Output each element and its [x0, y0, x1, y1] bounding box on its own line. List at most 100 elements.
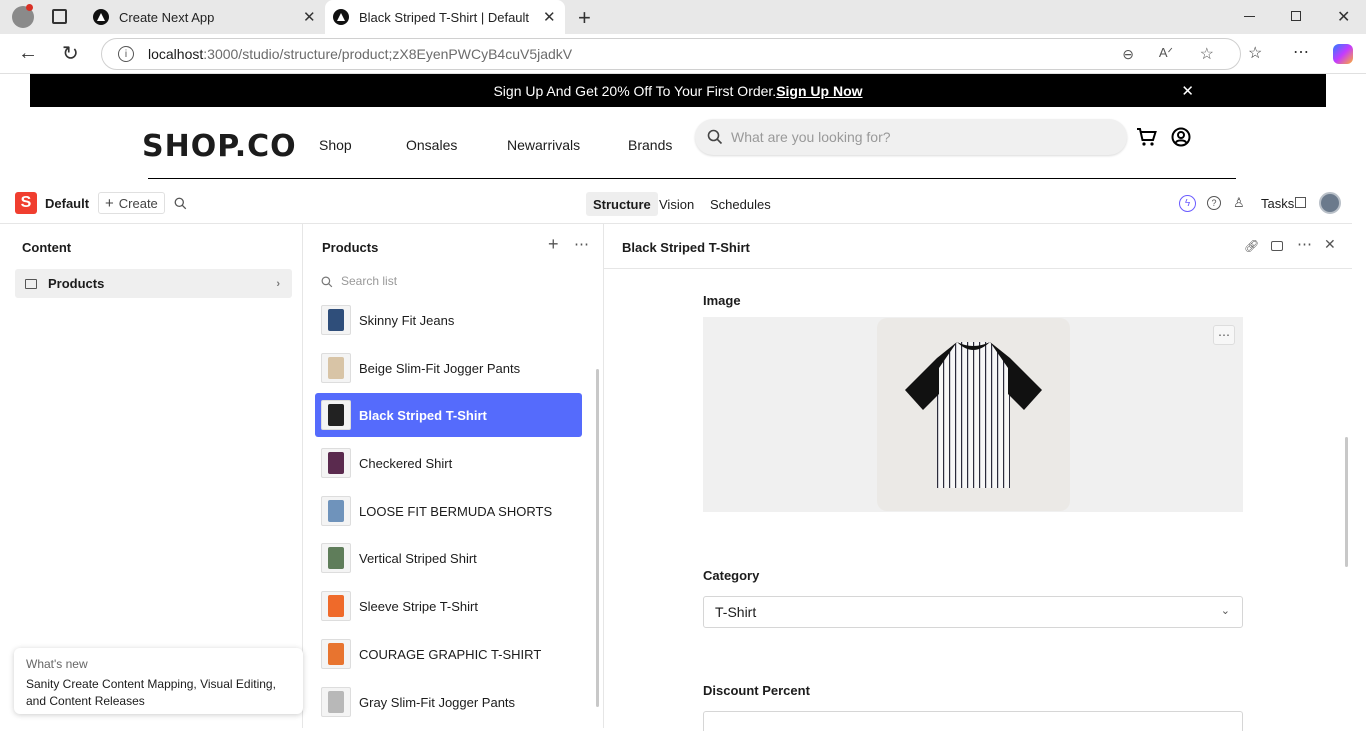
list-item[interactable]: Black Striped T-Shirt	[315, 393, 582, 437]
tab-label: Schedules	[710, 197, 771, 212]
nav-brands[interactable]: Brands	[628, 137, 672, 153]
whats-new-heading: What's new	[26, 657, 88, 671]
tab-structure[interactable]: Structure	[586, 192, 658, 216]
more-icon[interactable]: ⋯	[1293, 42, 1309, 62]
products-pane-title: Products	[322, 240, 379, 255]
avatar[interactable]	[1319, 192, 1341, 214]
minimize-icon[interactable]	[1244, 16, 1255, 17]
tab-label: Vision	[659, 197, 695, 212]
list-item-label: Beige Slim-Fit Jogger Pants	[359, 360, 521, 376]
tab-black-striped-t-shirt[interactable]: Black Striped T-Shirt | Default ✕	[325, 0, 565, 34]
nextjs-icon	[93, 9, 109, 25]
close-tab-icon[interactable]: ✕	[543, 8, 556, 26]
promo-text: Sign Up And Get 20% Off To Your First Or…	[493, 82, 777, 99]
favorites-icon[interactable]: ☆	[1248, 43, 1262, 63]
users-icon[interactable]: ♙	[1233, 195, 1245, 211]
tab-create-next-app[interactable]: Create Next App ✕	[85, 0, 325, 34]
thumbnail-swatch	[328, 404, 344, 426]
nav-onsales[interactable]: Onsales	[406, 137, 457, 153]
search-icon[interactable]	[174, 197, 187, 210]
product-thumbnail	[321, 400, 351, 430]
list-item-label: Vertical Striped Shirt	[359, 550, 477, 566]
close-tab-icon[interactable]: ✕	[303, 8, 316, 26]
add-icon[interactable]: +	[548, 234, 559, 255]
list-item[interactable]: Checkered Shirt	[315, 441, 582, 485]
link-icon[interactable]: 🔗︎	[1244, 239, 1259, 253]
shop-search-input[interactable]: What are you looking for?	[695, 119, 1127, 155]
whats-new-card[interactable]: What's new Sanity Create Content Mapping…	[14, 648, 303, 714]
page-content: Sign Up And Get 20% Off To Your First Or…	[0, 74, 1366, 731]
more-icon[interactable]: ⋯	[1297, 235, 1312, 253]
category-select[interactable]: T-Shirt ⌄	[703, 596, 1243, 628]
copilot-icon[interactable]	[1333, 44, 1353, 64]
list-item[interactable]: LOOSE FIT BERMUDA SHORTS	[315, 489, 582, 533]
thumbnail-swatch	[328, 452, 344, 474]
refresh-icon[interactable]: ↻	[62, 41, 79, 66]
product-thumbnail	[321, 448, 351, 478]
image-options-button[interactable]: ⋯	[1213, 325, 1235, 345]
plus-icon: +	[105, 194, 114, 212]
favorite-star-icon[interactable]: ☆	[1200, 44, 1214, 64]
tab-schedules[interactable]: Schedules	[710, 197, 771, 212]
address-bar-row: ← ↻ i localhost:3000/studio/structure/pr…	[0, 34, 1366, 74]
list-item[interactable]: Vertical Striped Shirt	[315, 536, 582, 580]
product-thumbnail	[321, 591, 351, 621]
zoom-icon[interactable]: ⊖	[1122, 46, 1134, 63]
doc-scrollbar[interactable]	[1345, 437, 1348, 567]
content-item-products[interactable]: Products ›	[15, 269, 292, 298]
content-item-label: Products	[48, 276, 105, 291]
document-title: Black Striped T-Shirt	[622, 240, 750, 255]
thumbnail-swatch	[328, 643, 344, 665]
product-thumbnail	[321, 687, 351, 717]
product-thumbnail	[321, 639, 351, 669]
nav-newarrivals[interactable]: Newarrivals	[507, 137, 580, 153]
nav-shop[interactable]: Shop	[319, 137, 352, 153]
back-icon[interactable]: ←	[18, 42, 38, 65]
read-aloud-icon[interactable]: Aᐟ	[1159, 45, 1173, 61]
list-item[interactable]: Skinny Fit Jeans	[315, 298, 582, 342]
shop-header: SHOP.CO Shop Onsales Newarrivals Brands …	[0, 107, 1366, 180]
close-icon[interactable]: ✕	[1324, 236, 1336, 253]
close-icon[interactable]: ✕	[1181, 82, 1194, 100]
list-search-input[interactable]: Search list	[341, 274, 397, 288]
site-info-icon[interactable]: i	[118, 46, 134, 62]
search-placeholder: What are you looking for?	[731, 129, 891, 145]
panel-toggle-icon[interactable]	[1295, 197, 1306, 208]
workspace-name[interactable]: Default	[45, 196, 89, 211]
thumbnail-swatch	[328, 500, 344, 522]
tab-actions-icon[interactable]	[52, 9, 67, 24]
list-item-label: LOOSE FIT BERMUDA SHORTS	[359, 503, 553, 519]
address-bar[interactable]: i localhost:3000/studio/structure/produc…	[101, 38, 1241, 70]
list-item-label: COURAGE GRAPHIC T-SHIRT	[359, 646, 542, 662]
promo-signup-link[interactable]: Sign Up Now	[776, 83, 862, 99]
list-item[interactable]: Sleeve Stripe T-Shirt	[315, 584, 582, 628]
tasks-label[interactable]: Tasks	[1261, 196, 1294, 211]
list-item[interactable]: COURAGE GRAPHIC T-SHIRT	[315, 632, 582, 676]
new-tab-icon[interactable]: +	[578, 5, 591, 31]
close-window-icon[interactable]: ✕	[1337, 7, 1350, 27]
product-image[interactable]	[877, 318, 1070, 511]
cart-icon[interactable]	[1136, 127, 1158, 147]
profile-icon[interactable]	[12, 4, 34, 28]
whats-new-body: Sanity Create Content Mapping, Visual Ed…	[26, 677, 276, 708]
product-thumbnail	[321, 543, 351, 573]
lightning-icon[interactable]: ϟ	[1179, 195, 1196, 212]
chevron-right-icon: ›	[276, 277, 280, 290]
list-item-label: Black Striped T-Shirt	[359, 407, 487, 423]
shop-logo[interactable]: SHOP.CO	[142, 129, 297, 164]
help-icon[interactable]: ?	[1207, 196, 1221, 210]
discount-input[interactable]	[703, 711, 1243, 731]
scrollbar[interactable]	[596, 369, 599, 707]
more-icon[interactable]: ⋯	[574, 235, 589, 253]
search-icon	[707, 129, 723, 145]
list-item[interactable]: Beige Slim-Fit Jogger Pants	[315, 346, 582, 390]
restore-icon[interactable]	[1291, 11, 1301, 21]
comment-icon[interactable]	[1271, 241, 1283, 251]
tab-label: Structure	[593, 196, 651, 212]
thumbnail-swatch	[328, 547, 344, 569]
tab-vision[interactable]: Vision	[659, 197, 694, 212]
create-button[interactable]: + Create	[98, 192, 165, 214]
account-icon[interactable]	[1171, 127, 1191, 147]
sanity-logo-icon[interactable]: S	[15, 192, 37, 214]
list-item[interactable]: Gray Slim-Fit Jogger Pants	[315, 680, 582, 724]
